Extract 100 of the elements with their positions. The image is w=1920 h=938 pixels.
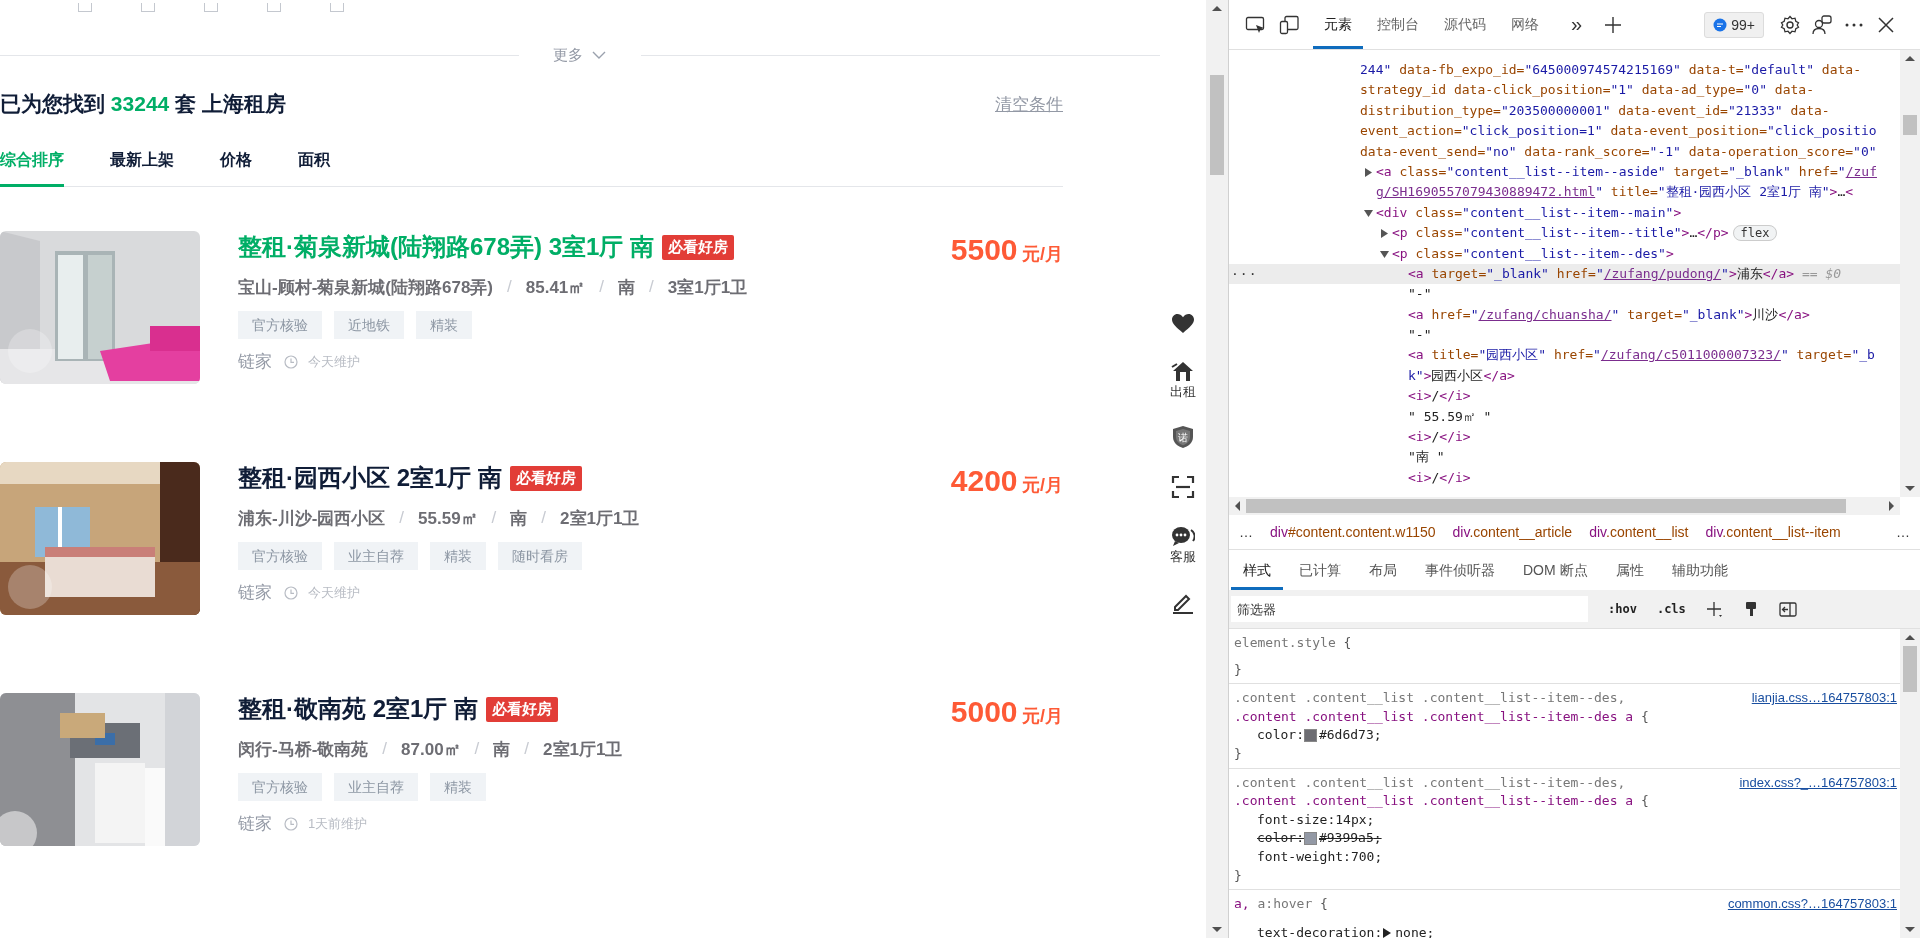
styles-tab[interactable]: 辅助功能 (1659, 554, 1740, 590)
code-token: " (1593, 347, 1601, 363)
code-token: " (1780, 347, 1789, 363)
code-token: "click_position=1" (1461, 123, 1603, 139)
flex-badge[interactable]: flex (1732, 225, 1778, 242)
feedback-icon[interactable] (1812, 14, 1832, 35)
featured-badge: 必看好房 (486, 696, 559, 722)
listing-title[interactable]: 整租·敬南苑 2室1厅 南 (238, 693, 479, 725)
clock-icon (284, 816, 298, 831)
feature-tag: 官方核验 (238, 542, 322, 570)
breadcrumb[interactable]: div.content__list--item (1705, 524, 1841, 540)
breadcrumb-scroll-button[interactable]: … (1239, 524, 1253, 540)
clock-icon (284, 354, 298, 369)
expand-triangle-icon[interactable] (1382, 928, 1392, 938)
devtools-tab[interactable]: 网络 (1500, 0, 1550, 49)
listing-title[interactable]: 整租·园西小区 2室1厅 南 (238, 462, 503, 494)
sidebar-toggle-icon[interactable] (1778, 600, 1797, 618)
code-token: > (1728, 265, 1737, 281)
checkbox[interactable] (267, 3, 281, 12)
code-token: " (1721, 265, 1729, 281)
code-link[interactable]: /zufang/c5011000007323/ (1600, 347, 1781, 363)
collapsed-triangle-icon[interactable] (1364, 167, 1373, 177)
styles-tab[interactable]: 已计算 (1287, 554, 1353, 590)
close-icon[interactable] (1876, 14, 1896, 35)
devtools-tab[interactable]: 控制台 (1366, 0, 1430, 49)
update-time: 今天维护 (308, 352, 360, 371)
plus-icon[interactable] (1604, 15, 1623, 34)
breadcrumb[interactable]: div.content__list (1589, 524, 1689, 540)
scrollbar[interactable] (1206, 0, 1228, 938)
code-token: event_action= (1360, 123, 1462, 139)
device-icon[interactable] (1279, 14, 1301, 35)
filter-field[interactable]: 筛选器 (1231, 596, 1588, 622)
code-link[interactable]: g/SH1690557079430889472.html (1376, 184, 1596, 200)
listing-detail: 南 (510, 507, 528, 530)
heart-icon[interactable] (1171, 312, 1195, 334)
shield-icon[interactable]: 诺 (1171, 425, 1195, 449)
source-link[interactable]: common.css?…164757803:1 (1727, 895, 1897, 914)
source-link[interactable]: index.css?_…164757803:1 (1739, 773, 1897, 793)
styles-tab[interactable]: DOM 断点 (1511, 554, 1600, 590)
code-link[interactable]: /zufang/chuansha/ (1478, 306, 1612, 322)
color-swatch[interactable] (1303, 729, 1317, 743)
sort-tab[interactable]: 价格 (220, 131, 252, 187)
css-selector: .content .content__list .content__list--item--des a (1234, 793, 1634, 809)
brace: { (1343, 635, 1352, 650)
scan-icon[interactable] (1171, 475, 1195, 499)
code-link[interactable]: /zufang/pudong/ (1603, 265, 1722, 281)
code-token: </i> (1439, 469, 1471, 485)
house-icon (1171, 360, 1195, 382)
selected-row-highlight[interactable]: ··· <a target="_blank" href="/zufang/pudong/">浦东</a> == $0 (1229, 263, 1900, 285)
collapsed-triangle-icon[interactable] (1380, 229, 1389, 239)
expanded-triangle-icon[interactable] (1380, 249, 1389, 259)
code-token: class= (1415, 245, 1463, 261)
code-token: strategy_id data-click_position= (1360, 82, 1611, 98)
hover-state-button[interactable]: :hov (1608, 602, 1637, 616)
class-button[interactable]: .cls (1656, 602, 1686, 616)
brace: { (1641, 793, 1649, 809)
breadcrumb[interactable]: div#content.content.w1150 (1270, 524, 1436, 540)
settings-icon[interactable] (1780, 14, 1800, 35)
code-token: "0" (1853, 143, 1877, 159)
support-button[interactable]: 客服 (1170, 525, 1196, 564)
code-token: target= (1795, 347, 1852, 363)
feature-tag: 精装 (430, 773, 486, 801)
rent-button[interactable]: 出租 (1170, 360, 1196, 399)
checkbox[interactable] (204, 3, 218, 12)
row-menu-dots[interactable]: ··· (1231, 263, 1258, 285)
agency-name: 链家 (238, 351, 272, 373)
code-token: <i> (1408, 469, 1432, 485)
listing-detail: 宝山-顾村-菊泉新城(陆翔路678弄) (238, 276, 493, 299)
more-tabs-button[interactable]: » (1571, 13, 1583, 36)
feature-tag: 官方核验 (238, 311, 322, 339)
code-token: data-ad_type= (1640, 82, 1744, 98)
code-token: data-rank_score= (1523, 143, 1650, 159)
breadcrumb-scroll-button[interactable]: … (1896, 524, 1910, 540)
code-token: target= (1431, 265, 1487, 281)
checkbox[interactable] (141, 3, 155, 12)
expanded-triangle-icon[interactable] (1364, 208, 1373, 218)
code-token: target= (1672, 163, 1729, 179)
issues-button[interactable]: 99+ (1704, 11, 1764, 38)
sort-tab[interactable]: 面积 (298, 131, 330, 187)
scrollbar[interactable] (1900, 50, 1920, 497)
scrollbar[interactable] (1229, 497, 1900, 515)
inspect-icon[interactable] (1245, 14, 1267, 35)
breadcrumb[interactable]: div.content__article (1452, 524, 1573, 540)
source-link[interactable]: lianjia.css…164757803:1 (1751, 689, 1897, 708)
code-token: data-event_send= (1360, 143, 1486, 159)
devtools-tab[interactable]: 元素 (1313, 0, 1363, 49)
update-time: 1天前维护 (308, 814, 368, 833)
code-token: "-" (1408, 327, 1432, 343)
sort-tab[interactable]: 最新上架 (110, 131, 174, 187)
styles-tab[interactable]: 事件侦听器 (1413, 554, 1507, 590)
code-link[interactable]: /zuf (1845, 163, 1877, 179)
scrollbar[interactable] (1900, 629, 1920, 938)
code-token: <i> (1408, 388, 1432, 404)
styles-tab[interactable]: 布局 (1357, 554, 1409, 590)
color-swatch[interactable] (1303, 832, 1317, 846)
styles-tab[interactable]: 属性 (1603, 554, 1656, 590)
checkbox[interactable] (330, 3, 344, 12)
devtools-tab[interactable]: 源代码 (1433, 0, 1497, 49)
checkbox[interactable] (78, 3, 92, 12)
new-rule-icon[interactable] (1705, 600, 1723, 618)
